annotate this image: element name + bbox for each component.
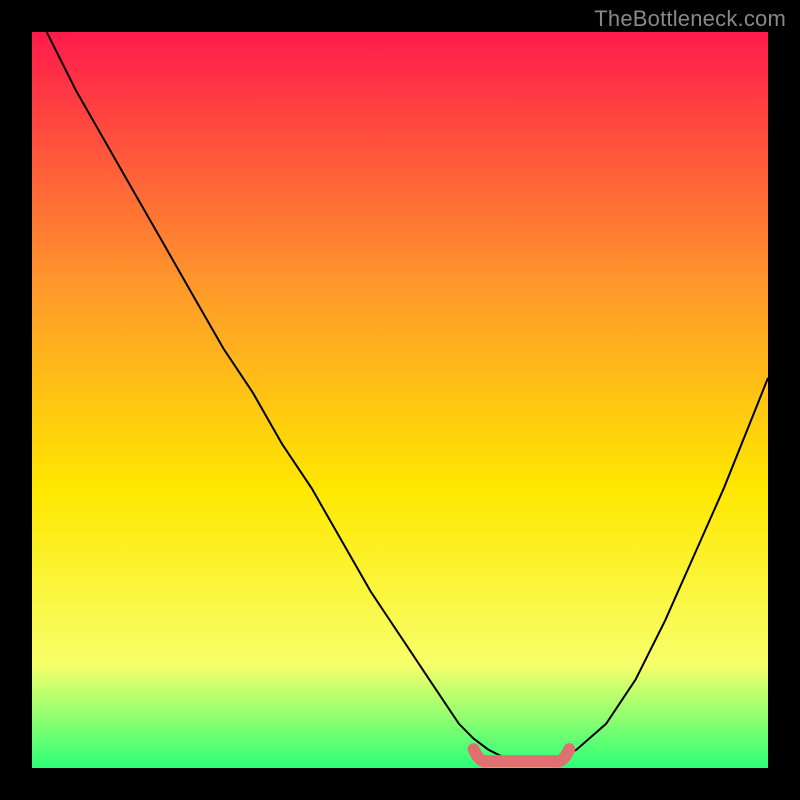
chart-outer: TheBottleneck.com xyxy=(0,0,800,800)
chart-svg xyxy=(32,32,768,768)
watermark-text: TheBottleneck.com xyxy=(594,6,786,32)
chart-plot-area xyxy=(32,32,768,768)
gradient-background xyxy=(32,32,768,768)
